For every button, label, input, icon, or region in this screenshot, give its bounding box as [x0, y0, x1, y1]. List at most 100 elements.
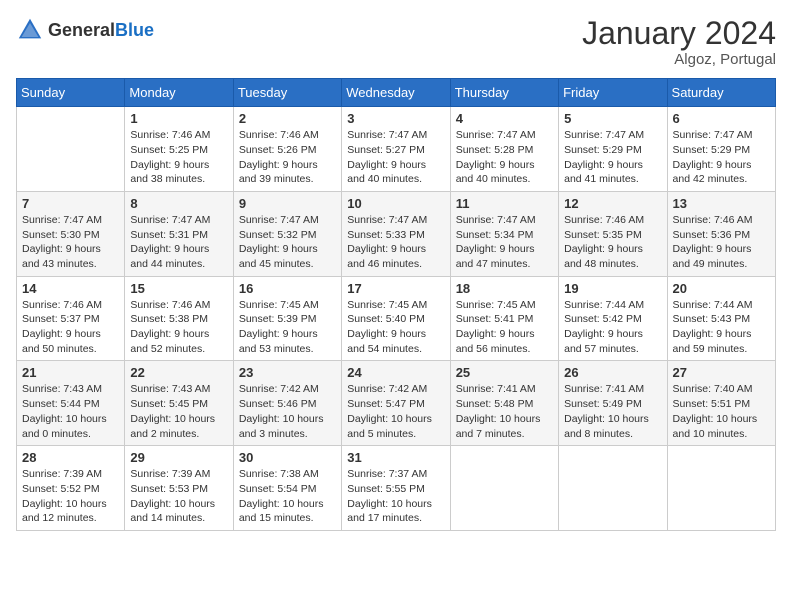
week-row-4: 21 Sunrise: 7:43 AM Sunset: 5:44 PM Dayli… [17, 361, 776, 446]
day-info: Sunrise: 7:37 AM Sunset: 5:55 PM Dayligh… [347, 467, 444, 526]
day-number: 16 [239, 281, 336, 296]
day-info: Sunrise: 7:44 AM Sunset: 5:43 PM Dayligh… [673, 298, 770, 357]
calendar-cell: 3 Sunrise: 7:47 AM Sunset: 5:27 PM Daylig… [342, 107, 450, 192]
calendar-table: SundayMondayTuesdayWednesdayThursdayFrid… [16, 78, 776, 531]
week-row-3: 14 Sunrise: 7:46 AM Sunset: 5:37 PM Dayli… [17, 276, 776, 361]
logo-blue: Blue [115, 20, 154, 40]
day-info: Sunrise: 7:47 AM Sunset: 5:30 PM Dayligh… [22, 213, 119, 272]
day-info: Sunrise: 7:44 AM Sunset: 5:42 PM Dayligh… [564, 298, 661, 357]
day-info: Sunrise: 7:43 AM Sunset: 5:45 PM Dayligh… [130, 382, 227, 441]
title-block: January 2024 Algoz, Portugal [582, 16, 776, 68]
day-info: Sunrise: 7:40 AM Sunset: 5:51 PM Dayligh… [673, 382, 770, 441]
day-number: 11 [456, 196, 553, 211]
day-info: Sunrise: 7:46 AM Sunset: 5:25 PM Dayligh… [130, 128, 227, 187]
day-number: 28 [22, 450, 119, 465]
weekday-header-friday: Friday [559, 79, 667, 107]
day-info: Sunrise: 7:47 AM Sunset: 5:33 PM Dayligh… [347, 213, 444, 272]
day-info: Sunrise: 7:42 AM Sunset: 5:47 PM Dayligh… [347, 382, 444, 441]
day-number: 9 [239, 196, 336, 211]
calendar-cell: 27 Sunrise: 7:40 AM Sunset: 5:51 PM Dayli… [667, 361, 775, 446]
day-number: 12 [564, 196, 661, 211]
calendar-cell: 4 Sunrise: 7:47 AM Sunset: 5:28 PM Daylig… [450, 107, 558, 192]
calendar-cell: 22 Sunrise: 7:43 AM Sunset: 5:45 PM Dayli… [125, 361, 233, 446]
day-info: Sunrise: 7:45 AM Sunset: 5:39 PM Dayligh… [239, 298, 336, 357]
day-info: Sunrise: 7:46 AM Sunset: 5:36 PM Dayligh… [673, 213, 770, 272]
day-info: Sunrise: 7:42 AM Sunset: 5:46 PM Dayligh… [239, 382, 336, 441]
calendar-cell: 2 Sunrise: 7:46 AM Sunset: 5:26 PM Daylig… [233, 107, 341, 192]
day-info: Sunrise: 7:47 AM Sunset: 5:31 PM Dayligh… [130, 213, 227, 272]
logo-icon [16, 16, 44, 44]
day-info: Sunrise: 7:47 AM Sunset: 5:32 PM Dayligh… [239, 213, 336, 272]
calendar-cell: 25 Sunrise: 7:41 AM Sunset: 5:48 PM Dayli… [450, 361, 558, 446]
calendar-cell: 19Sunrise: 7:44 AM Sunset: 5:42 PM Dayli… [559, 276, 667, 361]
day-info: Sunrise: 7:46 AM Sunset: 5:37 PM Dayligh… [22, 298, 119, 357]
calendar-cell: 30Sunrise: 7:38 AM Sunset: 5:54 PM Dayli… [233, 446, 341, 531]
day-number: 3 [347, 111, 444, 126]
day-number: 14 [22, 281, 119, 296]
day-info: Sunrise: 7:47 AM Sunset: 5:29 PM Dayligh… [673, 128, 770, 187]
calendar-cell: 5 Sunrise: 7:47 AM Sunset: 5:29 PM Daylig… [559, 107, 667, 192]
day-number: 13 [673, 196, 770, 211]
location: Algoz, Portugal [582, 51, 776, 68]
day-number: 17 [347, 281, 444, 296]
day-number: 4 [456, 111, 553, 126]
week-row-1: 1 Sunrise: 7:46 AM Sunset: 5:25 PM Daylig… [17, 107, 776, 192]
day-number: 2 [239, 111, 336, 126]
day-info: Sunrise: 7:46 AM Sunset: 5:26 PM Dayligh… [239, 128, 336, 187]
day-info: Sunrise: 7:39 AM Sunset: 5:53 PM Dayligh… [130, 467, 227, 526]
day-number: 22 [130, 365, 227, 380]
day-number: 5 [564, 111, 661, 126]
calendar-cell [559, 446, 667, 531]
day-number: 8 [130, 196, 227, 211]
day-number: 30 [239, 450, 336, 465]
calendar-cell: 13 Sunrise: 7:46 AM Sunset: 5:36 PM Dayli… [667, 191, 775, 276]
day-number: 1 [130, 111, 227, 126]
weekday-header-saturday: Saturday [667, 79, 775, 107]
calendar-cell: 17 Sunrise: 7:45 AM Sunset: 5:40 PM Dayli… [342, 276, 450, 361]
calendar-cell: 9 Sunrise: 7:47 AM Sunset: 5:32 PM Daylig… [233, 191, 341, 276]
day-info: Sunrise: 7:43 AM Sunset: 5:44 PM Dayligh… [22, 382, 119, 441]
logo: GeneralBlue [16, 16, 154, 44]
calendar-cell: 7 Sunrise: 7:47 AM Sunset: 5:30 PM Daylig… [17, 191, 125, 276]
day-number: 7 [22, 196, 119, 211]
day-number: 15 [130, 281, 227, 296]
calendar-cell: 26 Sunrise: 7:41 AM Sunset: 5:49 PM Dayli… [559, 361, 667, 446]
calendar-cell: 31 Sunrise: 7:37 AM Sunset: 5:55 PM Dayli… [342, 446, 450, 531]
day-info: Sunrise: 7:47 AM Sunset: 5:27 PM Dayligh… [347, 128, 444, 187]
calendar-cell: 11Sunrise: 7:47 AM Sunset: 5:34 PM Dayli… [450, 191, 558, 276]
calendar-cell [450, 446, 558, 531]
logo-general: General [48, 20, 115, 40]
day-info: Sunrise: 7:46 AM Sunset: 5:38 PM Dayligh… [130, 298, 227, 357]
weekday-header-row: SundayMondayTuesdayWednesdayThursdayFrid… [17, 79, 776, 107]
calendar-cell: 6Sunrise: 7:47 AM Sunset: 5:29 PM Daylig… [667, 107, 775, 192]
day-number: 26 [564, 365, 661, 380]
day-number: 29 [130, 450, 227, 465]
day-info: Sunrise: 7:45 AM Sunset: 5:40 PM Dayligh… [347, 298, 444, 357]
day-number: 25 [456, 365, 553, 380]
page-header: GeneralBlue January 2024 Algoz, Portugal [16, 16, 776, 68]
day-info: Sunrise: 7:45 AM Sunset: 5:41 PM Dayligh… [456, 298, 553, 357]
calendar-cell: 8 Sunrise: 7:47 AM Sunset: 5:31 PM Daylig… [125, 191, 233, 276]
day-info: Sunrise: 7:41 AM Sunset: 5:48 PM Dayligh… [456, 382, 553, 441]
calendar-cell: 15 Sunrise: 7:46 AM Sunset: 5:38 PM Dayli… [125, 276, 233, 361]
calendar-cell [17, 107, 125, 192]
day-number: 27 [673, 365, 770, 380]
day-info: Sunrise: 7:46 AM Sunset: 5:35 PM Dayligh… [564, 213, 661, 272]
calendar-cell: 10 Sunrise: 7:47 AM Sunset: 5:33 PM Dayli… [342, 191, 450, 276]
calendar-cell: 21 Sunrise: 7:43 AM Sunset: 5:44 PM Dayli… [17, 361, 125, 446]
day-info: Sunrise: 7:47 AM Sunset: 5:29 PM Dayligh… [564, 128, 661, 187]
weekday-header-monday: Monday [125, 79, 233, 107]
day-number: 21 [22, 365, 119, 380]
day-info: Sunrise: 7:39 AM Sunset: 5:52 PM Dayligh… [22, 467, 119, 526]
calendar-cell: 23 Sunrise: 7:42 AM Sunset: 5:46 PM Dayli… [233, 361, 341, 446]
day-number: 23 [239, 365, 336, 380]
day-info: Sunrise: 7:47 AM Sunset: 5:28 PM Dayligh… [456, 128, 553, 187]
day-info: Sunrise: 7:41 AM Sunset: 5:49 PM Dayligh… [564, 382, 661, 441]
weekday-header-sunday: Sunday [17, 79, 125, 107]
day-number: 18 [456, 281, 553, 296]
calendar-cell: 20Sunrise: 7:44 AM Sunset: 5:43 PM Dayli… [667, 276, 775, 361]
calendar-cell: 1 Sunrise: 7:46 AM Sunset: 5:25 PM Daylig… [125, 107, 233, 192]
day-number: 31 [347, 450, 444, 465]
calendar-cell: 28 Sunrise: 7:39 AM Sunset: 5:52 PM Dayli… [17, 446, 125, 531]
day-number: 10 [347, 196, 444, 211]
